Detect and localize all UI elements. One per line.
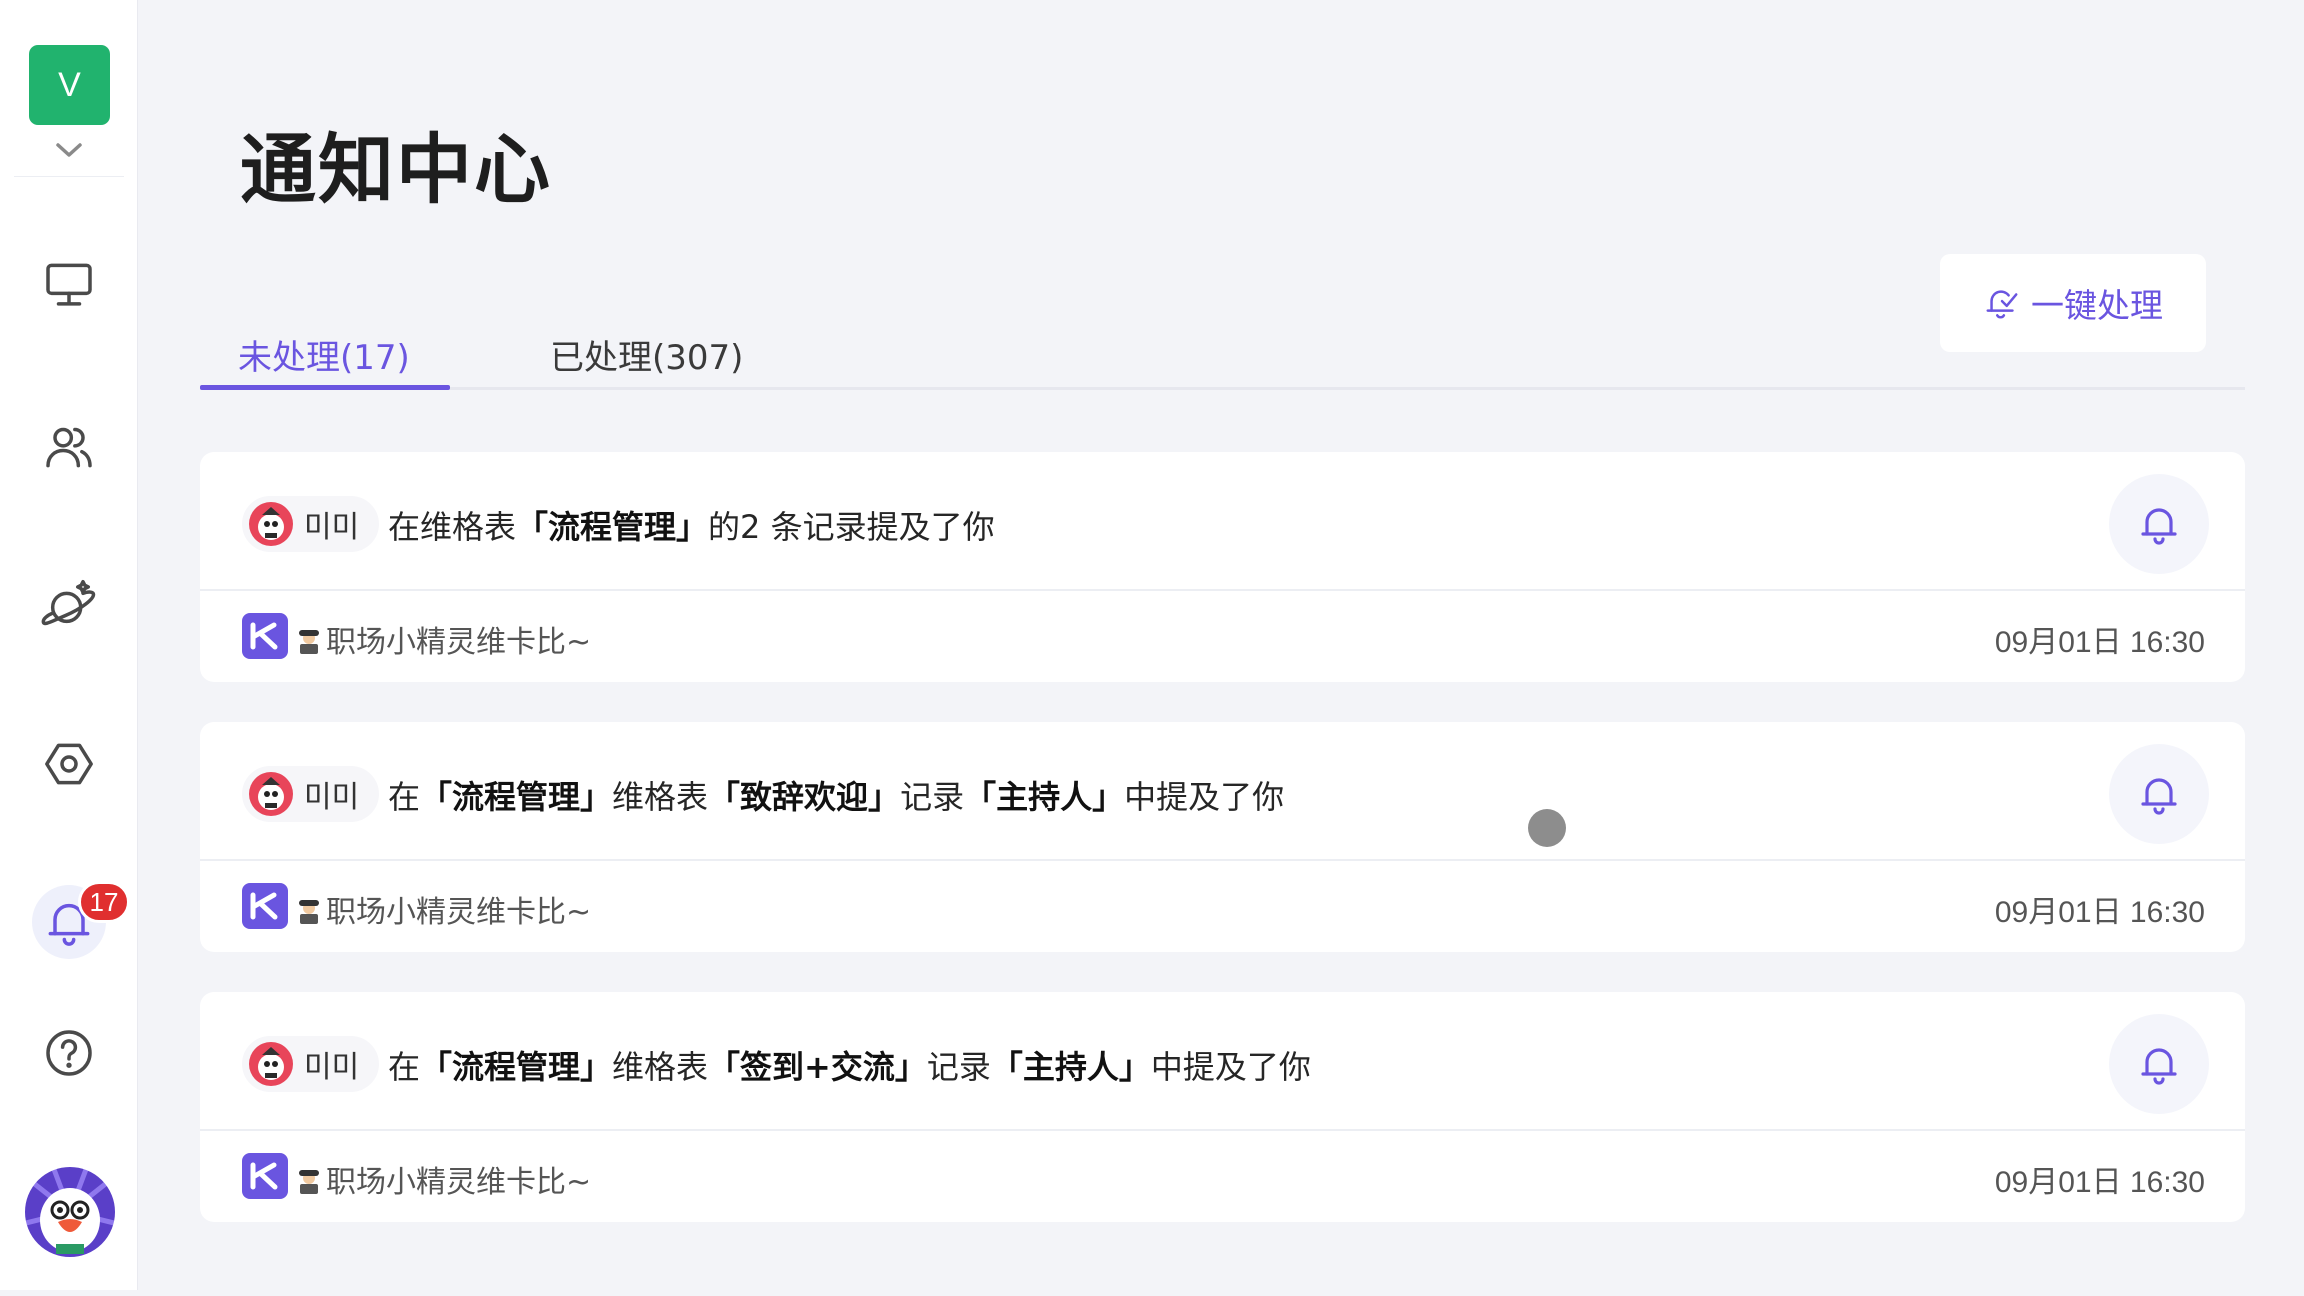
active-tab-indicator bbox=[200, 385, 450, 390]
notification-time: 09月01日 16:30 bbox=[1994, 1166, 2205, 1199]
sender-avatar bbox=[249, 1042, 293, 1086]
bell-icon bbox=[2141, 778, 2177, 815]
sender-name: 미미 bbox=[304, 780, 360, 815]
space-switcher-tile[interactable]: V bbox=[29, 45, 110, 125]
notification-time: 09月01日 16:30 bbox=[1994, 896, 2205, 929]
sidebar-item-templates[interactable] bbox=[32, 568, 106, 642]
sidebar-divider bbox=[14, 176, 124, 177]
technologist-emoji-icon bbox=[299, 630, 319, 654]
sidebar-item-workbench[interactable] bbox=[32, 247, 106, 321]
pointer-cursor bbox=[1528, 809, 1566, 847]
space-app-icon bbox=[242, 1153, 288, 1199]
sidebar-item-members[interactable] bbox=[32, 410, 106, 484]
sidebar: V 17 bbox=[0, 0, 138, 1290]
notification-message: 在维格表「流程管理」的2 条记录提及了你 bbox=[388, 508, 995, 546]
hexagon-settings-icon bbox=[45, 743, 93, 785]
one-click-label: 一键处理 bbox=[2031, 286, 2163, 325]
one-click-process-button[interactable]: 一键处理 bbox=[1940, 254, 2206, 352]
notification-message: 在「流程管理」维格表「致辞欢迎」记录「主持人」中提及了你 bbox=[388, 778, 1285, 816]
mark-processed-button[interactable] bbox=[2109, 744, 2209, 844]
source-name: 职场小精灵维卡比~ bbox=[296, 887, 591, 931]
tab-unprocessed[interactable]: 未处理(17) bbox=[238, 330, 410, 379]
notification-count-badge: 17 bbox=[78, 881, 130, 923]
tabs: 未处理(17) 已处理(307) bbox=[200, 320, 2245, 390]
help-circle-icon bbox=[46, 1030, 92, 1076]
notification-card[interactable]: 미미 在「流程管理」维格表「签到+交流」记录「主持人」中提及了你 职场小精灵维卡… bbox=[200, 992, 2245, 1222]
bell-icon bbox=[2141, 1048, 2177, 1085]
space-app-icon bbox=[242, 883, 288, 929]
tab-processed[interactable]: 已处理(307) bbox=[550, 330, 743, 379]
sidebar-item-help[interactable] bbox=[32, 1016, 106, 1090]
user-avatar[interactable] bbox=[22, 1164, 118, 1260]
sender-avatar bbox=[249, 772, 293, 816]
notification-time: 09月01日 16:30 bbox=[1994, 626, 2205, 659]
sidebar-item-settings[interactable] bbox=[32, 727, 106, 801]
bell-icon bbox=[2141, 508, 2177, 545]
sender-name: 미미 bbox=[304, 510, 360, 545]
notification-card[interactable]: 미미 在「流程管理」维格表「致辞欢迎」记录「主持人」中提及了你 职场小精灵维卡比… bbox=[200, 722, 2245, 952]
monitor-icon bbox=[46, 263, 92, 306]
users-icon bbox=[46, 427, 92, 468]
sender-chip[interactable]: 미미 bbox=[242, 496, 380, 552]
mark-processed-button[interactable] bbox=[2109, 1014, 2209, 1114]
sender-chip[interactable]: 미미 bbox=[242, 766, 380, 822]
planet-icon bbox=[41, 579, 96, 626]
notification-card[interactable]: 미미 在维格表「流程管理」的2 条记录提及了你 职场小精灵维卡比~ 09月01日… bbox=[200, 452, 2245, 682]
page-title: 通知中心 bbox=[240, 125, 552, 214]
notification-message: 在「流程管理」维格表「签到+交流」记录「主持人」中提及了你 bbox=[388, 1048, 1311, 1086]
sender-name: 미미 bbox=[304, 1050, 360, 1085]
sender-avatar bbox=[249, 502, 293, 546]
chevron-down-icon[interactable] bbox=[54, 140, 84, 160]
space-initial: V bbox=[58, 65, 81, 104]
mark-processed-button[interactable] bbox=[2109, 474, 2209, 574]
source-name: 职场小精灵维卡比~ bbox=[296, 617, 591, 661]
source-name: 职场小精灵维卡比~ bbox=[296, 1157, 591, 1201]
technologist-emoji-icon bbox=[299, 1170, 319, 1194]
sender-chip[interactable]: 미미 bbox=[242, 1036, 380, 1092]
space-app-icon bbox=[242, 613, 288, 659]
technologist-emoji-icon bbox=[299, 900, 319, 924]
bell-check-icon bbox=[1986, 290, 2018, 319]
